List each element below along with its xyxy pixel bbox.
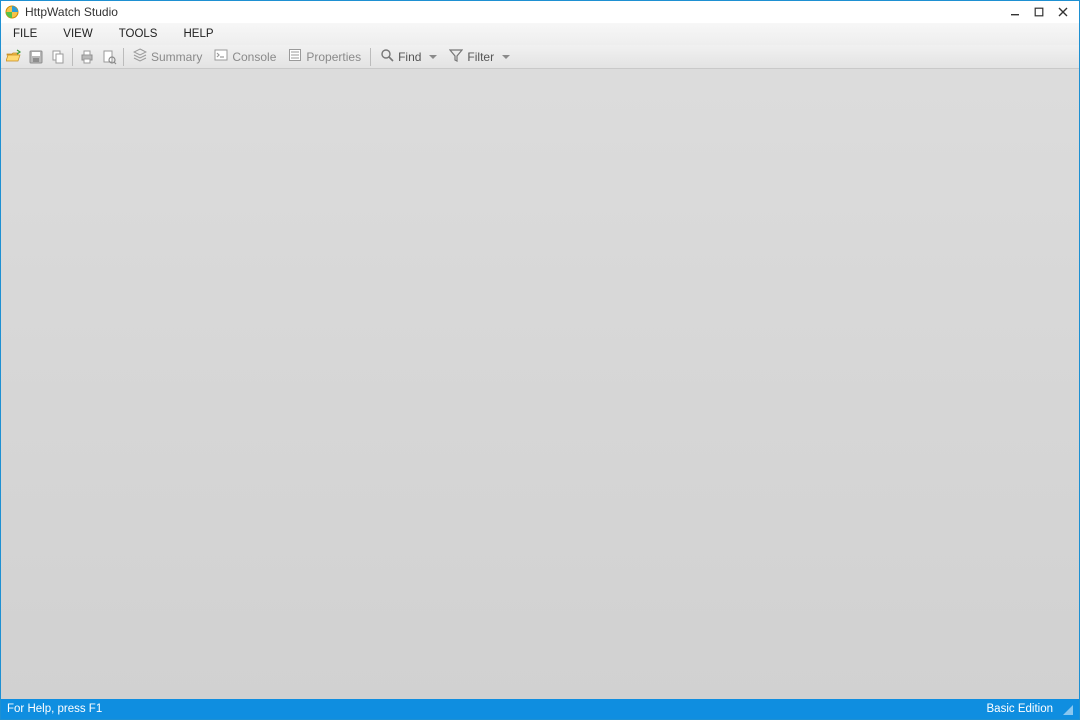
menu-help[interactable]: HELP [177,26,219,42]
chevron-down-icon [502,55,510,59]
document-magnify-icon [101,49,117,65]
console-icon [214,48,228,65]
window-controls [1003,2,1075,22]
console-button[interactable]: Console [208,46,282,68]
menu-view[interactable]: VIEW [57,26,98,42]
folder-open-icon [6,49,22,65]
window-title: HttpWatch Studio [25,5,118,19]
properties-button[interactable]: Properties [282,46,367,68]
separator-icon [123,48,124,66]
open-button[interactable] [3,46,25,68]
menu-file[interactable]: FILE [7,26,43,42]
filter-icon [449,48,463,65]
client-area [1,69,1079,699]
copy-button[interactable] [47,46,69,68]
status-edition: Basic Edition [987,703,1053,715]
find-label: Find [398,50,421,64]
properties-icon [288,48,302,65]
separator-icon [72,48,73,66]
filter-label: Filter [467,50,494,64]
chevron-down-icon [429,55,437,59]
minimize-button[interactable] [1003,2,1027,22]
filter-button[interactable]: Filter [443,46,516,68]
properties-label: Properties [306,50,361,64]
toolbar: Summary Console Propertie [1,45,1079,69]
close-button[interactable] [1051,2,1075,22]
search-icon [380,48,394,65]
save-button[interactable] [25,46,47,68]
summary-label: Summary [151,50,202,64]
menu-tools[interactable]: TOOLS [113,26,164,42]
print-icon [79,49,95,65]
layers-icon [133,48,147,65]
statusbar: For Help, press F1 Basic Edition [1,699,1079,719]
summary-button[interactable]: Summary [127,46,208,68]
separator-icon [370,48,371,66]
save-icon [28,49,44,65]
status-help-text: For Help, press F1 [7,703,102,715]
app-icon [5,5,19,19]
print-button[interactable] [76,46,98,68]
titlebar: HttpWatch Studio [1,1,1079,23]
resize-grip-icon[interactable] [1061,703,1073,715]
maximize-button[interactable] [1027,2,1051,22]
console-label: Console [232,50,276,64]
copy-icon [50,49,66,65]
find-button[interactable]: Find [374,46,443,68]
print-preview-button[interactable] [98,46,120,68]
menubar: FILE VIEW TOOLS HELP [1,23,1079,45]
app-window: HttpWatch Studio FILE VIEW TOOLS HELP [0,0,1080,720]
